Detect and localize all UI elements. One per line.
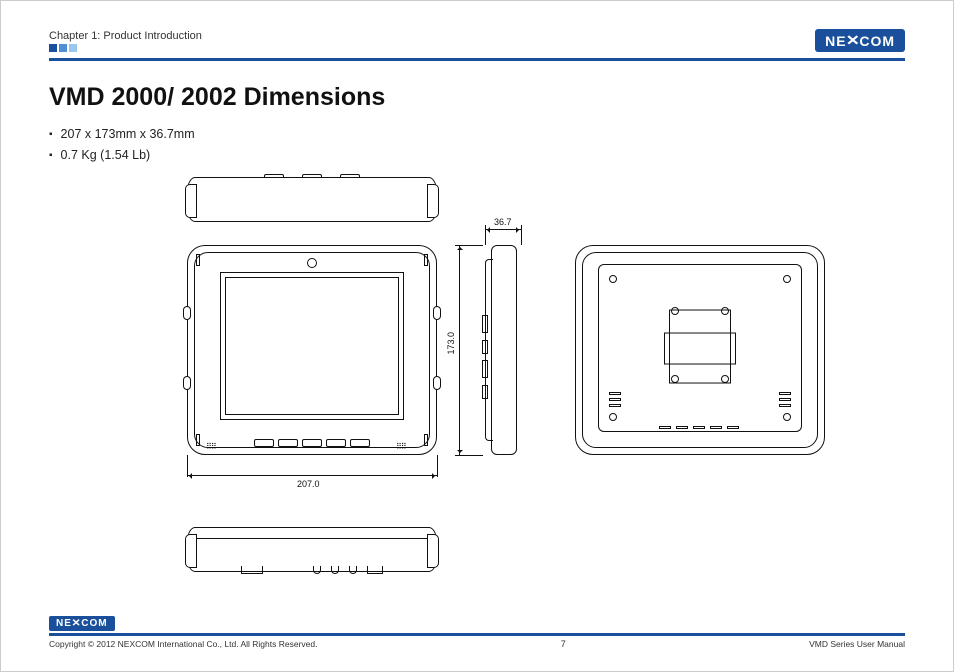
depth-dimension: 36.7 <box>494 217 512 227</box>
page-footer: NE✕COM Copyright © 2012 NEXCOM Internati… <box>49 613 905 649</box>
camera-icon <box>307 258 317 268</box>
back-view-outline <box>575 245 825 455</box>
front-view-outline <box>187 245 437 455</box>
height-dimension: 173.0 <box>446 332 456 355</box>
page-header: Chapter 1: Product Introduction NE✕COM <box>49 29 905 52</box>
screen-outline <box>220 272 404 420</box>
bottom-ports <box>241 566 383 574</box>
top-buttons <box>264 174 360 178</box>
speaker-left-icon <box>206 436 228 444</box>
bottom-view-outline <box>187 527 437 572</box>
right-grips <box>433 376 441 390</box>
decorative-squares <box>49 44 202 52</box>
chapter-label: Chapter 1: Product Introduction <box>49 30 202 42</box>
page-number: 7 <box>561 639 566 649</box>
manual-name: VMD Series User Manual <box>809 639 905 649</box>
spec-item: 207 x 173mm x 36.7mm <box>49 124 905 145</box>
footer-brand-logo: NE✕COM <box>49 616 115 631</box>
top-view-outline <box>187 177 437 222</box>
technical-drawing: 207.0 36.7 173.0 <box>67 177 887 607</box>
spec-list: 207 x 173mm x 36.7mm 0.7 Kg (1.54 Lb) <box>49 124 905 167</box>
left-grips <box>183 376 191 390</box>
speaker-right-icon <box>396 436 418 444</box>
spec-item: 0.7 Kg (1.54 Lb) <box>49 145 905 166</box>
front-buttons <box>254 439 370 447</box>
vesa-mount <box>669 309 731 383</box>
left-grips <box>183 306 191 320</box>
brand-logo: NE✕COM <box>815 29 905 52</box>
right-grips <box>433 306 441 320</box>
copyright-text: Copyright © 2012 NEXCOM International Co… <box>49 639 317 649</box>
side-view-outline <box>485 245 521 455</box>
page-title: VMD 2000/ 2002 Dimensions <box>49 83 905 112</box>
width-dimension: 207.0 <box>297 479 320 489</box>
back-panel <box>598 264 802 432</box>
